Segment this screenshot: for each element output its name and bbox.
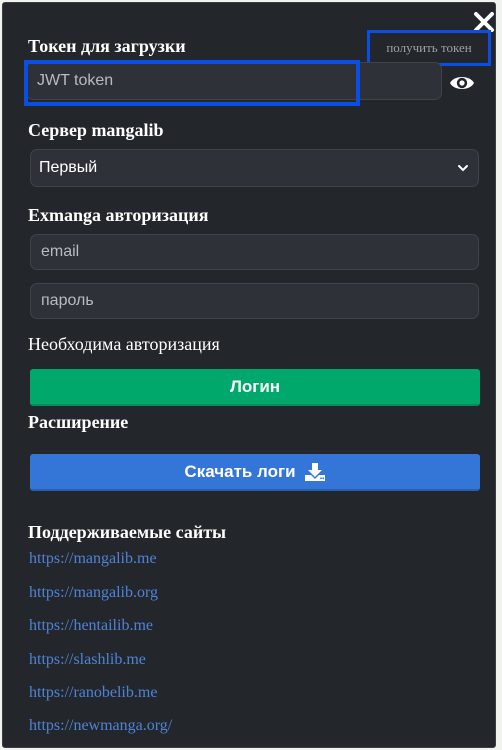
token-title: Токен для загрузки — [28, 36, 186, 56]
site-link-mangalib-me[interactable]: https://mangalib.me — [29, 550, 157, 568]
site-link-slashlib[interactable]: https://slashlib.me — [29, 651, 146, 669]
password-field[interactable] — [30, 283, 479, 319]
chevron-down-icon — [458, 165, 468, 172]
download-logs-label: Скачать логи — [184, 461, 296, 481]
site-link-ranobelib[interactable]: https://ranobelib.me — [29, 684, 157, 702]
server-title: Сервер mangalib — [28, 120, 164, 140]
server-select[interactable]: Первый — [30, 149, 479, 187]
server-select-value: Первый — [39, 159, 98, 176]
site-link-mangalib-org[interactable]: https://mangalib.org — [29, 584, 158, 602]
jwt-token-input[interactable] — [26, 62, 442, 100]
email-field[interactable] — [30, 234, 479, 270]
auth-required-text: Необходима авторизация — [28, 334, 220, 354]
login-button[interactable]: Логин — [30, 369, 480, 406]
site-link-hentailib[interactable]: https://hentailib.me — [29, 617, 153, 635]
extension-popup: Токен для загрузки получить токен Сервер… — [2, 2, 496, 748]
extension-title: Расширение — [28, 412, 129, 432]
get-token-link[interactable]: получить токен — [367, 30, 491, 66]
supported-sites-title: Поддерживаемые сайты — [28, 522, 227, 542]
site-link-newmanga[interactable]: https://newmanga.org/ — [29, 717, 172, 735]
login-button-label: Логин — [229, 376, 281, 396]
download-icon — [304, 462, 325, 481]
eye-icon[interactable] — [449, 73, 475, 93]
download-logs-button[interactable]: Скачать логи — [30, 454, 480, 491]
exmanga-title: Exmanga авторизация — [28, 205, 209, 225]
